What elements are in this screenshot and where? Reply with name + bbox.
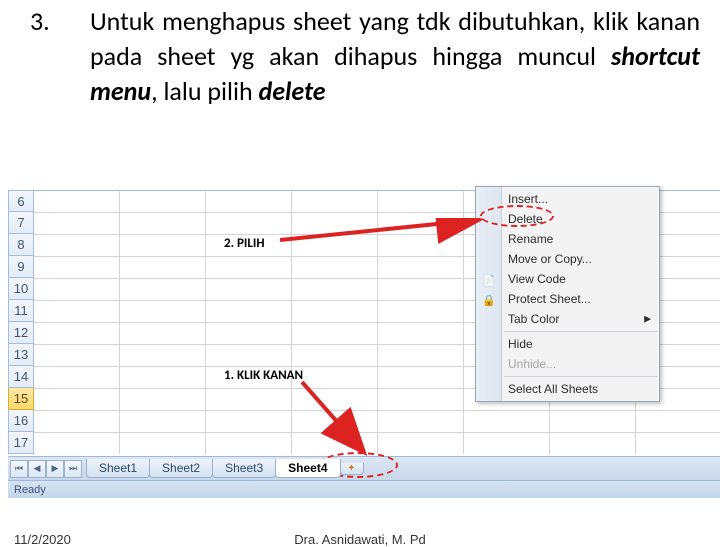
sheet-tabs: Sheet1Sheet2Sheet3Sheet4 bbox=[86, 459, 340, 478]
row-header[interactable]: 12 bbox=[8, 322, 34, 344]
ctx-insert[interactable]: Insert... bbox=[476, 189, 659, 209]
annotation-pilih: 2. PILIH bbox=[224, 236, 265, 251]
ctx-unhide: Unhide... bbox=[476, 354, 659, 374]
sheet-tab[interactable]: Sheet1 bbox=[86, 459, 150, 478]
tab-nav-group: ⏮ ◀ ▶ ⏭ bbox=[10, 460, 82, 478]
ctx-tab-color[interactable]: Tab Color ▶ bbox=[476, 309, 659, 329]
code-icon: 📄 bbox=[481, 272, 497, 288]
row-headers: 67891011121314151617 bbox=[8, 190, 34, 454]
instruction-text-1: Untuk menghapus sheet yang tdk dibutuhka… bbox=[90, 5, 700, 72]
ctx-select-all-sheets[interactable]: Select All Sheets bbox=[476, 379, 659, 399]
ctx-rename[interactable]: Rename bbox=[476, 229, 659, 249]
ctx-move-copy[interactable]: Move or Copy... bbox=[476, 249, 659, 269]
instruction-block: 3. Untuk menghapus sheet yang tdk dibutu… bbox=[30, 4, 700, 109]
row-header[interactable]: 9 bbox=[8, 256, 34, 278]
row-header[interactable]: 15 bbox=[8, 388, 34, 410]
chevron-right-icon: ▶ bbox=[644, 314, 651, 325]
row-header[interactable]: 7 bbox=[8, 212, 34, 234]
row-header[interactable]: 6 bbox=[8, 190, 34, 212]
row-header[interactable]: 8 bbox=[8, 234, 34, 256]
instruction-text-2: , lalu pilih bbox=[151, 75, 258, 107]
instruction-body: Untuk menghapus sheet yang tdk dibutuhka… bbox=[90, 4, 700, 109]
ctx-view-code[interactable]: 📄 View Code bbox=[476, 269, 659, 289]
annotation-klik-kanan: 1. KLIK KANAN bbox=[224, 368, 303, 383]
status-bar: Ready bbox=[8, 480, 720, 498]
ctx-hide[interactable]: Hide bbox=[476, 334, 659, 354]
context-menu: Insert... Delete Rename Move or Copy... … bbox=[475, 186, 660, 402]
sheet-tab[interactable]: Sheet2 bbox=[149, 459, 213, 478]
row-header[interactable]: 16 bbox=[8, 410, 34, 432]
ctx-protect-sheet[interactable]: 🔒 Protect Sheet... bbox=[476, 289, 659, 309]
instruction-number: 3. bbox=[30, 4, 50, 39]
row-header[interactable]: 10 bbox=[8, 278, 34, 300]
sheet-tab[interactable]: Sheet4 bbox=[275, 459, 340, 478]
context-menu-separator-2 bbox=[504, 376, 657, 377]
row-header[interactable]: 17 bbox=[8, 432, 34, 454]
tab-nav-prev[interactable]: ◀ bbox=[28, 460, 46, 478]
lock-icon: 🔒 bbox=[481, 292, 497, 308]
status-text: Ready bbox=[14, 484, 46, 496]
row-header[interactable]: 14 bbox=[8, 366, 34, 388]
sheet-tab-bar: ⏮ ◀ ▶ ⏭ Sheet1Sheet2Sheet3Sheet4 ✦ bbox=[8, 456, 720, 480]
instruction-term-2: delete bbox=[258, 75, 325, 107]
sheet-tab[interactable]: Sheet3 bbox=[212, 459, 276, 478]
ctx-delete[interactable]: Delete bbox=[476, 209, 659, 229]
row-header[interactable]: 13 bbox=[8, 344, 34, 366]
tab-nav-next[interactable]: ▶ bbox=[46, 460, 64, 478]
tab-nav-last[interactable]: ⏭ bbox=[64, 460, 82, 478]
row-header[interactable]: 11 bbox=[8, 300, 34, 322]
new-sheet-button[interactable]: ✦ bbox=[340, 463, 364, 475]
context-menu-separator bbox=[504, 331, 657, 332]
tab-nav-first[interactable]: ⏮ bbox=[10, 460, 28, 478]
